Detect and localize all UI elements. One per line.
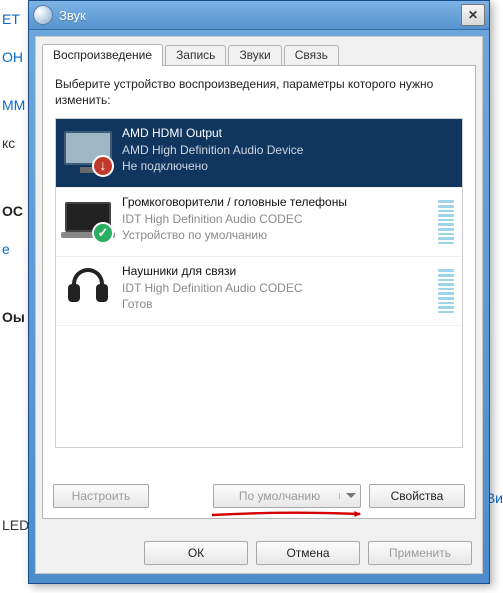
client-area: Воспроизведение Запись Звуки Связь Выбер…: [35, 36, 483, 574]
dialog-buttons: ОК Отмена Применить: [144, 541, 472, 565]
tab-label: Звуки: [239, 48, 270, 62]
set-default-button[interactable]: По умолчанию: [213, 484, 361, 508]
tab-recording[interactable]: Запись: [165, 45, 226, 67]
playback-panel: Выберите устройство воспроизведения, пар…: [42, 65, 476, 519]
tab-communications[interactable]: Связь: [284, 45, 339, 67]
device-text: AMD HDMI Output AMD High Definition Audi…: [122, 125, 454, 174]
headphones-icon: [68, 266, 108, 306]
cancel-button[interactable]: Отмена: [256, 541, 360, 565]
device-name: Наушники для связи: [122, 263, 432, 279]
tab-strip: Воспроизведение Запись Звуки Связь: [36, 37, 482, 65]
window-title: Звук: [59, 8, 461, 23]
sound-dialog: Звук ✕ Воспроизведение Запись Звуки Связ…: [28, 0, 490, 584]
device-item-speakers[interactable]: ✓ Громкоговорители / головные телефоны I…: [56, 188, 462, 257]
default-check-icon: ✓: [92, 222, 114, 244]
titlebar[interactable]: Звук ✕: [29, 1, 489, 30]
tab-label: Связь: [295, 48, 328, 62]
button-label: Отмена: [286, 546, 329, 560]
device-icon-monitor: ↓: [64, 125, 112, 171]
properties-button[interactable]: Свойства: [369, 484, 465, 508]
device-icon-headphones: [64, 263, 112, 309]
device-driver: AMD High Definition Audio Device: [122, 142, 454, 158]
button-label: Применить: [389, 546, 451, 560]
device-item-headphones[interactable]: Наушники для связи IDT High Definition A…: [56, 257, 462, 326]
tab-playback[interactable]: Воспроизведение: [42, 44, 163, 66]
button-label: По умолчанию: [226, 489, 333, 503]
not-connected-icon: ↓: [92, 155, 114, 177]
device-driver: IDT High Definition Audio CODEC: [122, 280, 432, 296]
tab-sounds[interactable]: Звуки: [228, 45, 281, 67]
level-meter: [438, 200, 454, 244]
tab-label: Запись: [176, 48, 215, 62]
button-label: Настроить: [72, 489, 131, 503]
sound-icon: [33, 5, 53, 25]
device-status: Устройство по умолчанию: [122, 227, 432, 243]
device-status: Не подключено: [122, 158, 454, 174]
button-label: ОК: [188, 546, 204, 560]
annotation-underline: [210, 510, 362, 514]
device-name: AMD HDMI Output: [122, 125, 454, 141]
close-button[interactable]: ✕: [461, 4, 485, 26]
device-item-hdmi[interactable]: ↓ AMD HDMI Output AMD High Definition Au…: [56, 119, 462, 188]
close-icon: ✕: [468, 8, 478, 22]
device-text: Громкоговорители / головные телефоны IDT…: [122, 194, 432, 243]
button-label: Свойства: [391, 489, 444, 503]
device-list[interactable]: ↓ AMD HDMI Output AMD High Definition Au…: [55, 118, 463, 448]
panel-buttons: Настроить По умолчанию Свойства: [53, 484, 465, 508]
configure-button[interactable]: Настроить: [53, 484, 149, 508]
device-driver: IDT High Definition Audio CODEC: [122, 211, 432, 227]
instruction-text: Выберите устройство воспроизведения, пар…: [55, 76, 463, 108]
device-name: Громкоговорители / головные телефоны: [122, 194, 432, 210]
apply-button[interactable]: Применить: [368, 541, 472, 565]
device-text: Наушники для связи IDT High Definition A…: [122, 263, 432, 312]
chevron-down-icon: [339, 493, 356, 499]
device-icon-laptop: ✓: [64, 194, 112, 240]
device-status: Готов: [122, 296, 432, 312]
level-meter: [438, 269, 454, 313]
tab-label: Воспроизведение: [53, 48, 152, 62]
ok-button[interactable]: ОК: [144, 541, 248, 565]
